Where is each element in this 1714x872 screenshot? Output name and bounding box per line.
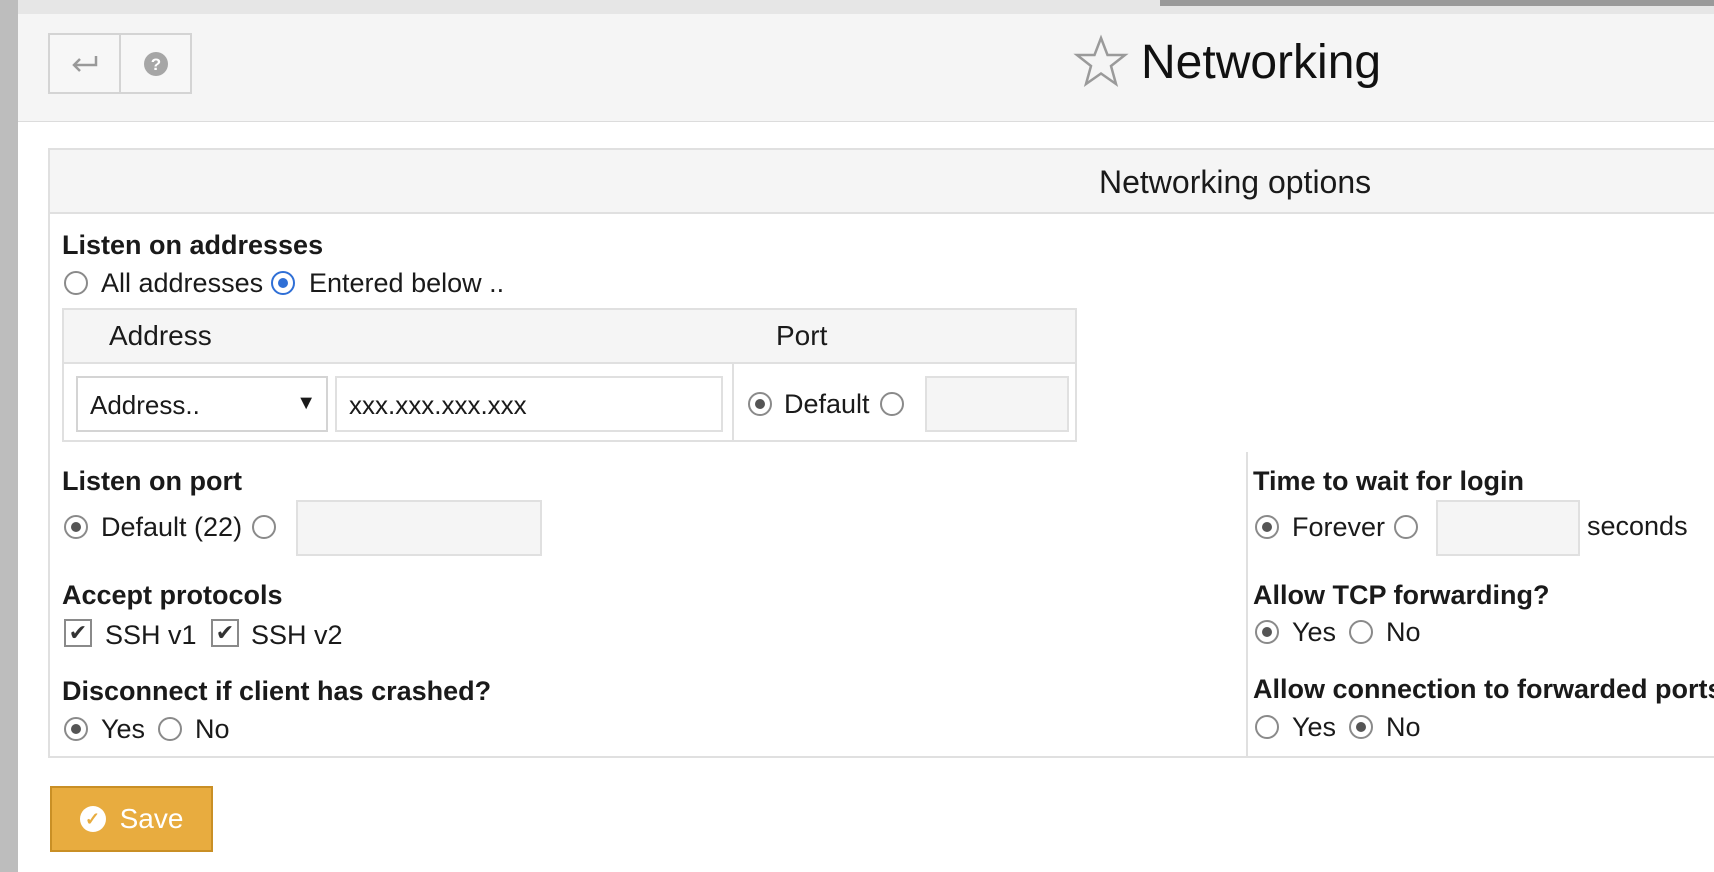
help-button[interactable]: ? <box>119 33 192 94</box>
login-wait-forever-label: Forever <box>1292 512 1386 542</box>
address-table: Address Port Address.. ▼ xxx.xxx.xxx.xxx… <box>62 308 1077 442</box>
port-custom-radio[interactable] <box>880 392 904 416</box>
svg-text:?: ? <box>150 55 160 74</box>
column-divider <box>732 364 734 440</box>
listen-port-default-radio[interactable] <box>64 515 88 539</box>
port-column-header: Port <box>776 320 828 351</box>
title-area: Networking <box>1073 34 1381 90</box>
login-wait-input[interactable] <box>1436 500 1580 556</box>
disconnect-no-radio[interactable] <box>158 717 182 741</box>
tcp-forwarding-yes-label: Yes <box>1292 617 1337 647</box>
forwarded-ports-yes-label: Yes <box>1292 712 1337 742</box>
port-default-radio[interactable] <box>748 392 772 416</box>
page-title: Networking <box>1141 35 1382 89</box>
page-header: ? Networking <box>18 14 1714 122</box>
entered-below-label: Entered below .. <box>309 268 505 298</box>
address-type-value: Address.. <box>90 390 200 420</box>
panel-header: Networking options <box>50 150 1714 214</box>
port-input[interactable] <box>925 376 1069 432</box>
listen-port-custom-radio[interactable] <box>252 515 276 539</box>
tcp-forwarding-label: Allow TCP forwarding? <box>1253 580 1550 610</box>
help-icon: ? <box>143 51 168 76</box>
protocols-label: Accept protocols <box>62 580 283 610</box>
star-icon[interactable] <box>1073 34 1129 90</box>
window-top-shadow <box>1160 0 1714 6</box>
back-button[interactable] <box>48 33 121 94</box>
login-wait-label: Time to wait for login <box>1253 466 1525 496</box>
entered-below-radio[interactable] <box>271 271 295 295</box>
ssh-v1-checkbox[interactable]: ✔ <box>64 619 92 647</box>
ssh-v2-label: SSH v2 <box>251 620 343 650</box>
port-default-label: Default <box>784 389 870 419</box>
save-label: Save <box>119 803 184 834</box>
login-wait-unit: seconds <box>1587 511 1688 541</box>
address-column-header: Address <box>109 320 212 351</box>
tcp-forwarding-yes-radio[interactable] <box>1255 620 1279 644</box>
disconnect-no-label: No <box>195 714 230 744</box>
panel-title: Networking options <box>1099 164 1372 200</box>
address-table-header: Address Port <box>64 310 1075 364</box>
tcp-forwarding-no-radio[interactable] <box>1349 620 1373 644</box>
forwarded-ports-no-radio[interactable] <box>1349 715 1373 739</box>
login-wait-forever-radio[interactable] <box>1255 515 1279 539</box>
address-input[interactable]: xxx.xxx.xxx.xxx <box>335 376 723 432</box>
listen-port-default-label: Default (22) <box>101 512 243 542</box>
forwarded-ports-no-label: No <box>1386 712 1421 742</box>
ssh-v1-label: SSH v1 <box>105 620 197 650</box>
listen-addresses-label: Listen on addresses <box>62 230 324 260</box>
listen-port-input[interactable] <box>296 500 542 556</box>
column-separator <box>1246 452 1248 758</box>
disconnect-yes-radio[interactable] <box>64 717 88 741</box>
all-addresses-radio[interactable] <box>64 271 88 295</box>
forwarded-ports-yes-radio[interactable] <box>1255 715 1279 739</box>
save-button[interactable]: ✓ Save <box>50 786 213 852</box>
check-circle-icon: ✓ <box>79 806 106 832</box>
disconnect-yes-label: Yes <box>101 714 146 744</box>
disconnect-label: Disconnect if client has crashed? <box>62 676 492 706</box>
address-input-value: xxx.xxx.xxx.xxx <box>349 390 527 420</box>
dropdown-arrow-icon: ▼ <box>296 392 316 414</box>
tcp-forwarding-no-label: No <box>1386 617 1421 647</box>
listen-port-label: Listen on port <box>62 466 242 496</box>
login-wait-custom-radio[interactable] <box>1394 515 1418 539</box>
ssh-v2-checkbox[interactable]: ✔ <box>211 619 239 647</box>
address-type-select[interactable]: Address.. ▼ <box>76 376 328 432</box>
back-arrow-icon <box>71 55 97 72</box>
forwarded-ports-label: Allow connection to forwarded ports? <box>1253 674 1714 704</box>
window-left-edge <box>0 0 18 872</box>
all-addresses-label: All addresses <box>101 268 264 298</box>
